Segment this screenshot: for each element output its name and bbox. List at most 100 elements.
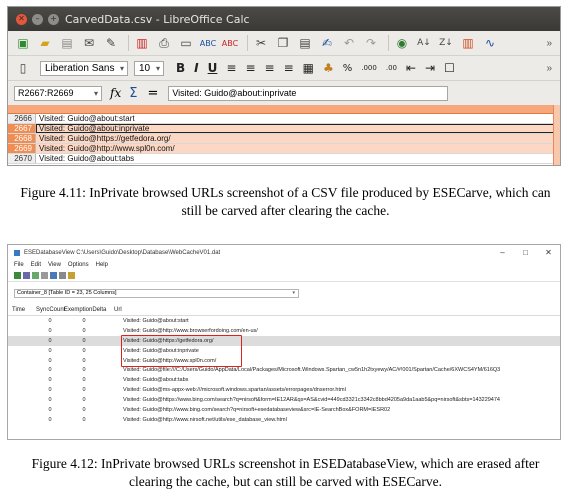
undo-icon[interactable]: ↶ xyxy=(340,35,358,52)
clone-formatting-icon[interactable]: ✍ xyxy=(318,35,336,52)
table-row[interactable]: 0 0 Visited: Guido@https://getfedora.org/ xyxy=(8,335,560,346)
bold-icon[interactable]: B xyxy=(176,61,185,75)
save-icon[interactable]: ▤ xyxy=(58,35,76,52)
redo-icon[interactable]: ↷ xyxy=(362,35,380,52)
cell-value[interactable]: Visited: Guido@about:start xyxy=(36,114,560,123)
sheet-row[interactable]: 2668 Visited: Guido@https://getfedora.org… xyxy=(8,134,560,144)
sheet-row[interactable]: 2667 Visited: Guido@about:inprivate xyxy=(8,124,560,134)
navigator-icon[interactable]: ◉ xyxy=(393,35,411,52)
increase-indent-icon[interactable]: ⇥ xyxy=(425,61,435,75)
sort-ascending-icon[interactable]: A↓ xyxy=(415,35,433,52)
row-number[interactable]: 2666 xyxy=(8,114,36,123)
open-database-icon[interactable] xyxy=(14,272,21,279)
percent-icon[interactable]: % xyxy=(343,63,353,74)
email-icon[interactable]: ✉ xyxy=(80,35,98,52)
delete-decimal-icon[interactable]: .00 xyxy=(386,64,397,72)
sheet-row[interactable]: 2670 Visited: Guido@about:tabs xyxy=(8,154,560,164)
align-center-icon[interactable]: ≡ xyxy=(245,61,255,75)
save-icon[interactable] xyxy=(23,272,30,279)
table-row[interactable]: 0 0 Visited: Guido@http://www.nirsoft.net/… xyxy=(8,415,560,425)
formula-icon[interactable]: = xyxy=(147,86,158,101)
table-row[interactable]: 0 0 Visited: Guido@http://www.spl0n.com/ xyxy=(8,356,560,366)
table-dropdown[interactable]: Container_8 [Table ID = 23, 25 Columns] … xyxy=(14,288,299,298)
open-folder-icon[interactable]: ▰ xyxy=(36,35,54,52)
table-row[interactable]: 0 0 Visited: Guido@ms-appx-web:///microsof… xyxy=(8,385,560,395)
align-right-icon[interactable]: ≡ xyxy=(265,61,275,75)
decrease-indent-icon[interactable]: ⇤ xyxy=(406,61,416,75)
font-size-box[interactable]: 10 ▾ xyxy=(134,60,164,76)
maximize-icon[interactable]: + xyxy=(48,13,59,25)
find-icon[interactable] xyxy=(59,272,66,279)
minimize-icon[interactable]: – xyxy=(491,248,514,257)
table-row[interactable]: 0 0 Visited: Guido@http://www.browserfordo… xyxy=(8,326,560,336)
copy-icon[interactable] xyxy=(41,272,48,279)
table-row[interactable]: 0 0 Visited: Guido@file:///C:/Users/Guido/… xyxy=(8,365,560,375)
print-icon[interactable]: ⎙ xyxy=(155,35,173,52)
sheet-row[interactable]: 2666 Visited: Guido@about:start xyxy=(8,114,560,124)
maximize-icon[interactable]: □ xyxy=(514,248,537,257)
edit-file-icon[interactable]: ✎ xyxy=(102,35,120,52)
chevron-down-icon[interactable]: ▾ xyxy=(120,64,124,73)
chevron-down-icon[interactable]: ▾ xyxy=(292,290,295,296)
more-icon[interactable]: » xyxy=(546,63,552,74)
paste-icon[interactable]: ▤ xyxy=(296,35,314,52)
table-row[interactable]: 0 0 Visited: Guido@https://www.bing.com/se… xyxy=(8,395,560,405)
spellcheck-icon[interactable]: ABC xyxy=(199,35,217,52)
formula-input[interactable]: Visited: Guido@about:inprivate xyxy=(168,85,449,101)
column-header-exemptiondelta[interactable]: ExemptionDelta xyxy=(64,307,114,313)
sheet-row[interactable]: 2669 Visited: Guido@http://www.spl0n.com/ xyxy=(8,144,560,154)
underline-icon[interactable]: U xyxy=(208,61,218,75)
cell-value[interactable]: Visited: Guido@https://getfedora.org/ xyxy=(36,134,560,143)
more-icon[interactable]: » xyxy=(546,38,552,49)
draw-functions-icon[interactable]: ∿ xyxy=(481,35,499,52)
currency-icon[interactable]: ♣ xyxy=(323,61,334,75)
borders-icon[interactable]: ☐ xyxy=(444,61,455,75)
table-row[interactable]: 0 0 Visited: Guido@about:inprivate xyxy=(8,346,560,356)
column-header-time[interactable]: Time xyxy=(12,307,36,313)
menu-item-file[interactable]: File xyxy=(14,262,24,268)
row-number[interactable]: 2670 xyxy=(8,154,36,163)
minimize-icon[interactable]: – xyxy=(32,13,43,25)
exit-icon[interactable] xyxy=(68,272,75,279)
cell-value[interactable]: Visited: Guido@about:tabs xyxy=(36,154,560,163)
column-header-synccount[interactable]: SyncCount xyxy=(36,307,65,313)
row-number[interactable]: 2667 xyxy=(8,124,36,133)
menu-item-edit[interactable]: Edit xyxy=(31,262,41,268)
new-document-icon[interactable]: ▣ xyxy=(14,35,32,52)
menu-item-view[interactable]: View xyxy=(48,262,61,268)
refresh-icon[interactable] xyxy=(32,272,39,279)
chevron-down-icon[interactable]: ▾ xyxy=(94,89,98,98)
close-icon[interactable]: ✕ xyxy=(537,248,560,257)
menu-item-help[interactable]: Help xyxy=(96,262,108,268)
justify-icon[interactable]: ≡ xyxy=(284,61,294,75)
properties-icon[interactable] xyxy=(50,272,57,279)
add-decimal-icon[interactable]: .000 xyxy=(361,64,377,72)
sort-descending-icon[interactable]: Z↓ xyxy=(437,35,455,52)
cut-icon[interactable]: ✂ xyxy=(252,35,270,52)
merge-cells-icon[interactable]: ▦ xyxy=(303,61,314,75)
font-name-box[interactable]: Liberation Sans ▾ xyxy=(40,60,128,76)
align-left-icon[interactable]: ≡ xyxy=(226,61,236,75)
sum-icon[interactable]: Σ xyxy=(129,86,137,101)
italic-icon[interactable]: I xyxy=(194,61,198,75)
table-row[interactable]: 0 0 Visited: Guido@about:start xyxy=(8,316,560,326)
table-row[interactable]: 0 0 Visited: Guido@http://www.bing.com/sea… xyxy=(8,405,560,415)
copy-icon[interactable]: ❐ xyxy=(274,35,292,52)
print-preview-icon[interactable]: ▭ xyxy=(177,35,195,52)
autospellcheck-icon[interactable]: ABC xyxy=(221,35,239,52)
function-wizard-icon[interactable]: fx xyxy=(110,86,121,100)
row-number[interactable]: 2668 xyxy=(8,134,36,143)
menu-item-options[interactable]: Options xyxy=(68,262,89,268)
close-icon[interactable]: ✕ xyxy=(16,13,27,25)
table-row[interactable]: 0 0 Visited: Guido@about:tabs xyxy=(8,375,560,385)
chart-icon[interactable]: ▥ xyxy=(459,35,477,52)
cell-value[interactable]: Visited: Guido@http://www.spl0n.com/ xyxy=(36,144,560,153)
name-box[interactable]: R2667:R2669 ▾ xyxy=(14,85,102,101)
cell-value[interactable]: Visited: Guido@about:inprivate xyxy=(36,124,560,133)
export-pdf-icon[interactable]: ▥ xyxy=(133,35,151,52)
styles-icon[interactable]: ▯ xyxy=(14,60,32,77)
row-number[interactable]: 2669 xyxy=(8,144,36,153)
chevron-down-icon[interactable]: ▾ xyxy=(156,64,160,73)
spreadsheet-grid[interactable]: 2666 Visited: Guido@about:start 2667 Visite… xyxy=(8,105,560,165)
column-header-url[interactable]: Url xyxy=(114,307,560,313)
